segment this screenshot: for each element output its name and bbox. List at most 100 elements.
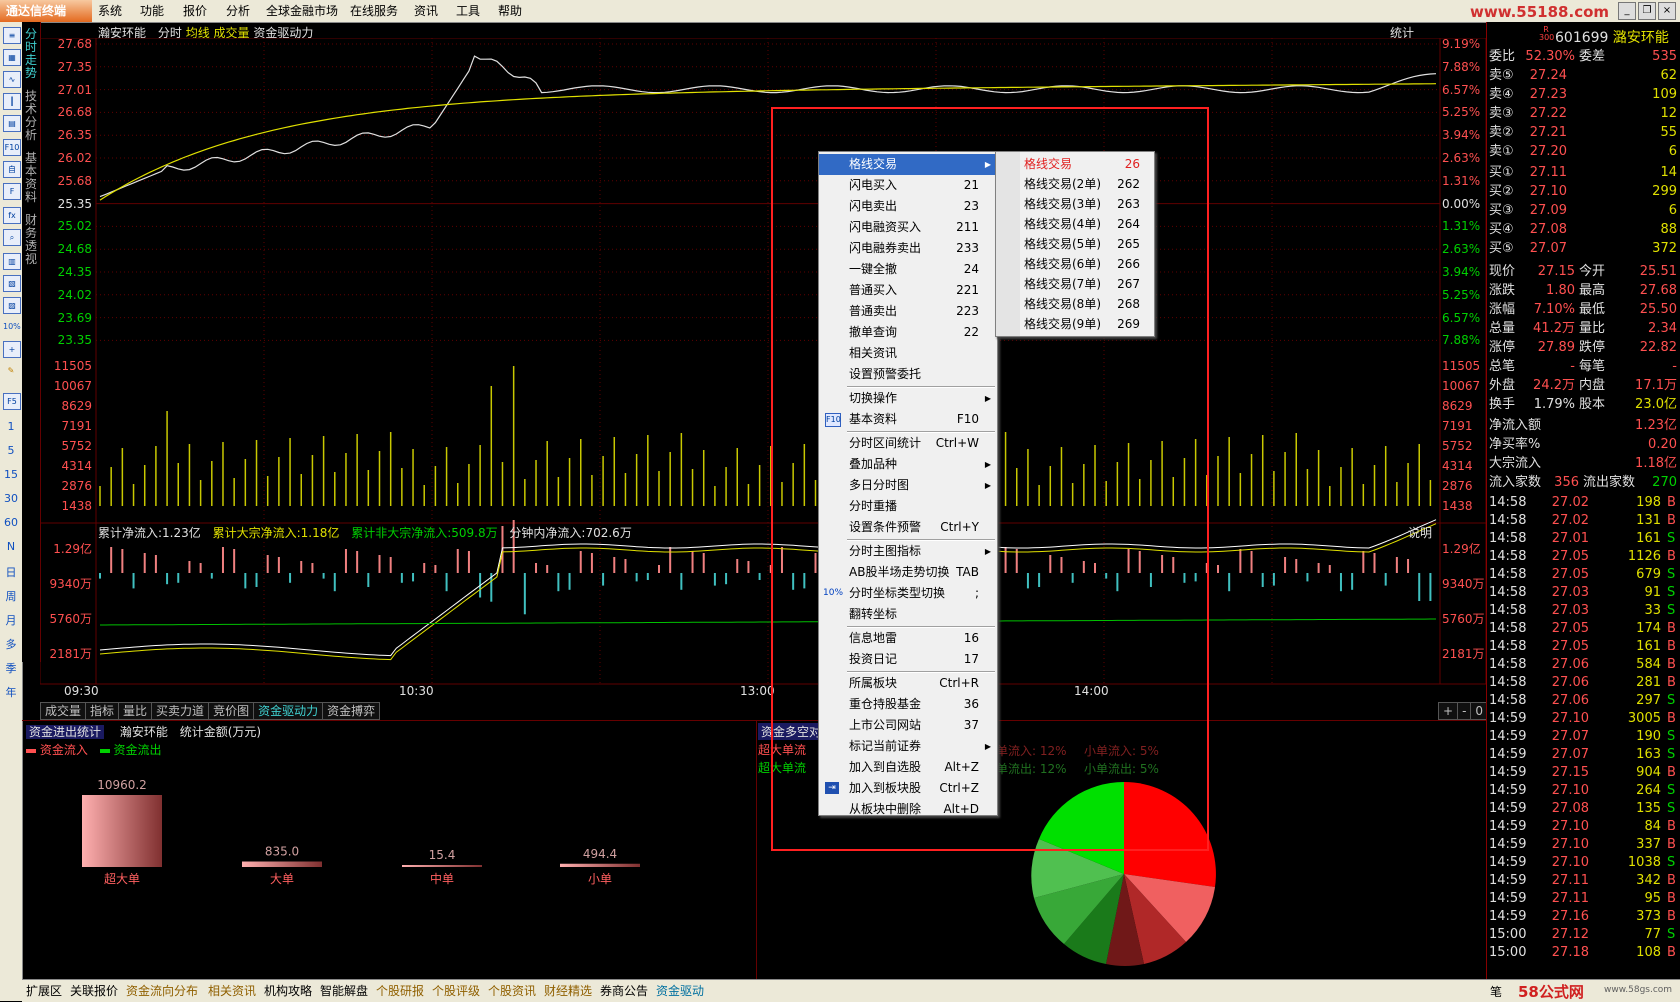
status-tab-fund-driver[interactable]: 资金驱动 <box>656 983 704 999</box>
quote-list-icon[interactable]: ≡ <box>3 27 21 44</box>
tab-buysell-power[interactable]: 买卖力道 <box>151 702 210 720</box>
period-15min[interactable]: 15 <box>0 468 22 481</box>
candle-icon[interactable]: ┃ <box>3 93 21 110</box>
explain-button[interactable]: 说明 <box>1408 524 1432 541</box>
submenu-item[interactable]: 格线交易(9单) 269 <box>996 314 1154 334</box>
ctx-item[interactable]: 分时主图指标 ▶ <box>819 541 997 562</box>
submenu-item[interactable]: 格线交易(7单) 267 <box>996 274 1154 294</box>
status-tab-ext[interactable]: 扩展区 <box>26 983 62 999</box>
f10-alt-icon[interactable]: fx <box>3 207 21 224</box>
menu-quote[interactable]: 报价 <box>183 0 207 22</box>
ten-percent-icon[interactable]: 10% <box>3 319 21 334</box>
period-multi[interactable]: 多 <box>0 636 22 652</box>
period-30min[interactable]: 30 <box>0 492 22 505</box>
submenu-item[interactable]: 格线交易(2单) 262 <box>996 174 1154 194</box>
ctx-item[interactable]: 普通卖出 223 <box>819 301 997 322</box>
chart-a-icon[interactable]: ▥ <box>3 253 21 270</box>
zoom-out-button[interactable]: - <box>1457 702 1472 720</box>
menu-function[interactable]: 功能 <box>140 0 164 22</box>
line-chart-icon[interactable]: ∿ <box>3 71 21 88</box>
zoom-in-button[interactable]: + <box>1438 702 1459 720</box>
grid-icon[interactable]: ▦ <box>3 49 21 66</box>
tab-indicator[interactable]: 指标 <box>85 702 120 720</box>
status-tab-flowdist[interactable]: 资金流向分布 <box>126 983 198 999</box>
close-icon[interactable]: × <box>1658 2 1676 20</box>
submenu-item[interactable]: 格线交易(8单) 268 <box>996 294 1154 314</box>
vtab-finance[interactable]: 财务透视 <box>23 214 39 266</box>
ctx-item[interactable]: 闪电买入 21 <box>819 175 997 196</box>
menu-help[interactable]: 帮助 <box>498 0 522 22</box>
menu-system[interactable]: 系统 <box>98 0 122 22</box>
ctx-item[interactable]: 闪电卖出 23 <box>819 196 997 217</box>
status-tab-inst[interactable]: 机构攻略 <box>264 983 312 999</box>
chart-b-icon[interactable]: ▧ <box>3 275 21 292</box>
ctx-item[interactable]: 闪电融券卖出 233 <box>819 238 997 259</box>
ctx-item[interactable]: 翻转坐标 <box>819 604 997 625</box>
period-1min[interactable]: 1 <box>0 420 22 433</box>
ctx-item[interactable]: 上市公司网站 37 <box>819 715 997 736</box>
tab-volume[interactable]: 成交量 <box>40 702 87 720</box>
ctx-item[interactable]: 从板块中删除 Alt+D <box>819 799 997 820</box>
f5-icon[interactable]: F5 <box>3 393 21 410</box>
period-60min[interactable]: 60 <box>0 516 22 529</box>
menu-analysis[interactable]: 分析 <box>226 0 250 22</box>
ctx-item[interactable]: 格线交易 ▶ <box>819 154 997 175</box>
submenu-item[interactable]: 格线交易 26 <box>996 154 1154 174</box>
vtab-basic[interactable]: 基本资料 <box>23 152 39 204</box>
self-select-icon[interactable]: 自 <box>3 161 21 178</box>
status-tab-stocknews[interactable]: 个股资讯 <box>488 983 536 999</box>
f2-icon[interactable]: F <box>3 183 21 200</box>
status-tab-rating[interactable]: 个股评级 <box>432 983 480 999</box>
tab-auction[interactable]: 竞价图 <box>208 702 255 720</box>
period-month[interactable]: 月 <box>0 612 22 628</box>
period-day[interactable]: 日 <box>0 564 22 580</box>
menu-global-market[interactable]: 全球金融市场 <box>266 0 338 22</box>
status-tab-news[interactable]: 相关资讯 <box>208 983 256 999</box>
tab-volratio[interactable]: 量比 <box>118 702 153 720</box>
submenu-item[interactable]: 格线交易(6单) 266 <box>996 254 1154 274</box>
plus-icon[interactable]: + <box>3 341 21 358</box>
ctx-item[interactable]: 闪电融资买入 211 <box>819 217 997 238</box>
status-tab-related[interactable]: 关联报价 <box>70 983 118 999</box>
ctx-item[interactable]: 重仓持股基金 36 <box>819 694 997 715</box>
tab-fund-game[interactable]: 资金搏弈 <box>322 702 381 720</box>
ctx-item[interactable]: 设置条件预警 Ctrl+Y <box>819 517 997 538</box>
ctx-item[interactable]: 基本资料 F10 F10 <box>819 409 997 430</box>
tick-mode-label[interactable]: 笔 <box>1490 983 1502 1000</box>
period-week[interactable]: 周 <box>0 588 22 604</box>
ctx-item[interactable]: AB股半场走势切换 TAB <box>819 562 997 583</box>
ctx-item[interactable]: 加入到板块股 Ctrl+Z ⇥ <box>819 778 997 799</box>
status-tab-report[interactable]: 个股研报 <box>376 983 424 999</box>
ctx-item[interactable]: 设置预警委托 <box>819 364 997 385</box>
ctx-item[interactable]: 撤单查询 22 <box>819 322 997 343</box>
ctx-item[interactable]: 分时重播 <box>819 496 997 517</box>
status-tab-finance[interactable]: 财经精选 <box>544 983 592 999</box>
submenu-item[interactable]: 格线交易(3单) 263 <box>996 194 1154 214</box>
ctx-item[interactable]: 叠加品种 ▶ <box>819 454 997 475</box>
submenu-item[interactable]: 格线交易(4单) 264 <box>996 214 1154 234</box>
ctx-item[interactable]: 多日分时图 ▶ <box>819 475 997 496</box>
ctx-item[interactable]: 所属板块 Ctrl+R <box>819 673 997 694</box>
status-tab-broker[interactable]: 券商公告 <box>600 983 648 999</box>
menu-online-service[interactable]: 在线服务 <box>350 0 398 22</box>
chart-c-icon[interactable]: ▨ <box>3 297 21 314</box>
ctx-item[interactable]: 加入到自选股 Alt+Z <box>819 757 997 778</box>
ctx-item[interactable]: 标记当前证券 ▶ <box>819 736 997 757</box>
period-year[interactable]: 年 <box>0 684 22 700</box>
ctx-item[interactable]: 相关资讯 <box>819 343 997 364</box>
period-season[interactable]: 季 <box>0 660 22 676</box>
restore-icon[interactable]: ❐ <box>1638 2 1656 20</box>
ctx-item[interactable]: 分时区间统计 Ctrl+W <box>819 433 997 454</box>
menu-tools[interactable]: 工具 <box>456 0 480 22</box>
menu-news[interactable]: 资讯 <box>414 0 438 22</box>
period-n[interactable]: N <box>0 540 22 553</box>
ctx-item[interactable]: 普通买入 221 <box>819 280 997 301</box>
ctx-item[interactable]: 分时坐标类型切换; 10% <box>819 583 997 604</box>
period-5min[interactable]: 5 <box>0 444 22 457</box>
vtab-technical[interactable]: 技术分析 <box>23 90 39 142</box>
submenu-item[interactable]: 格线交易(5单) 265 <box>996 234 1154 254</box>
ctx-item[interactable]: 一键全撤 24 <box>819 259 997 280</box>
ctx-item[interactable]: 切换操作 ▶ <box>819 388 997 409</box>
vtab-intraday[interactable]: 分时走势 <box>23 28 39 80</box>
table-icon[interactable]: ▤ <box>3 115 21 132</box>
